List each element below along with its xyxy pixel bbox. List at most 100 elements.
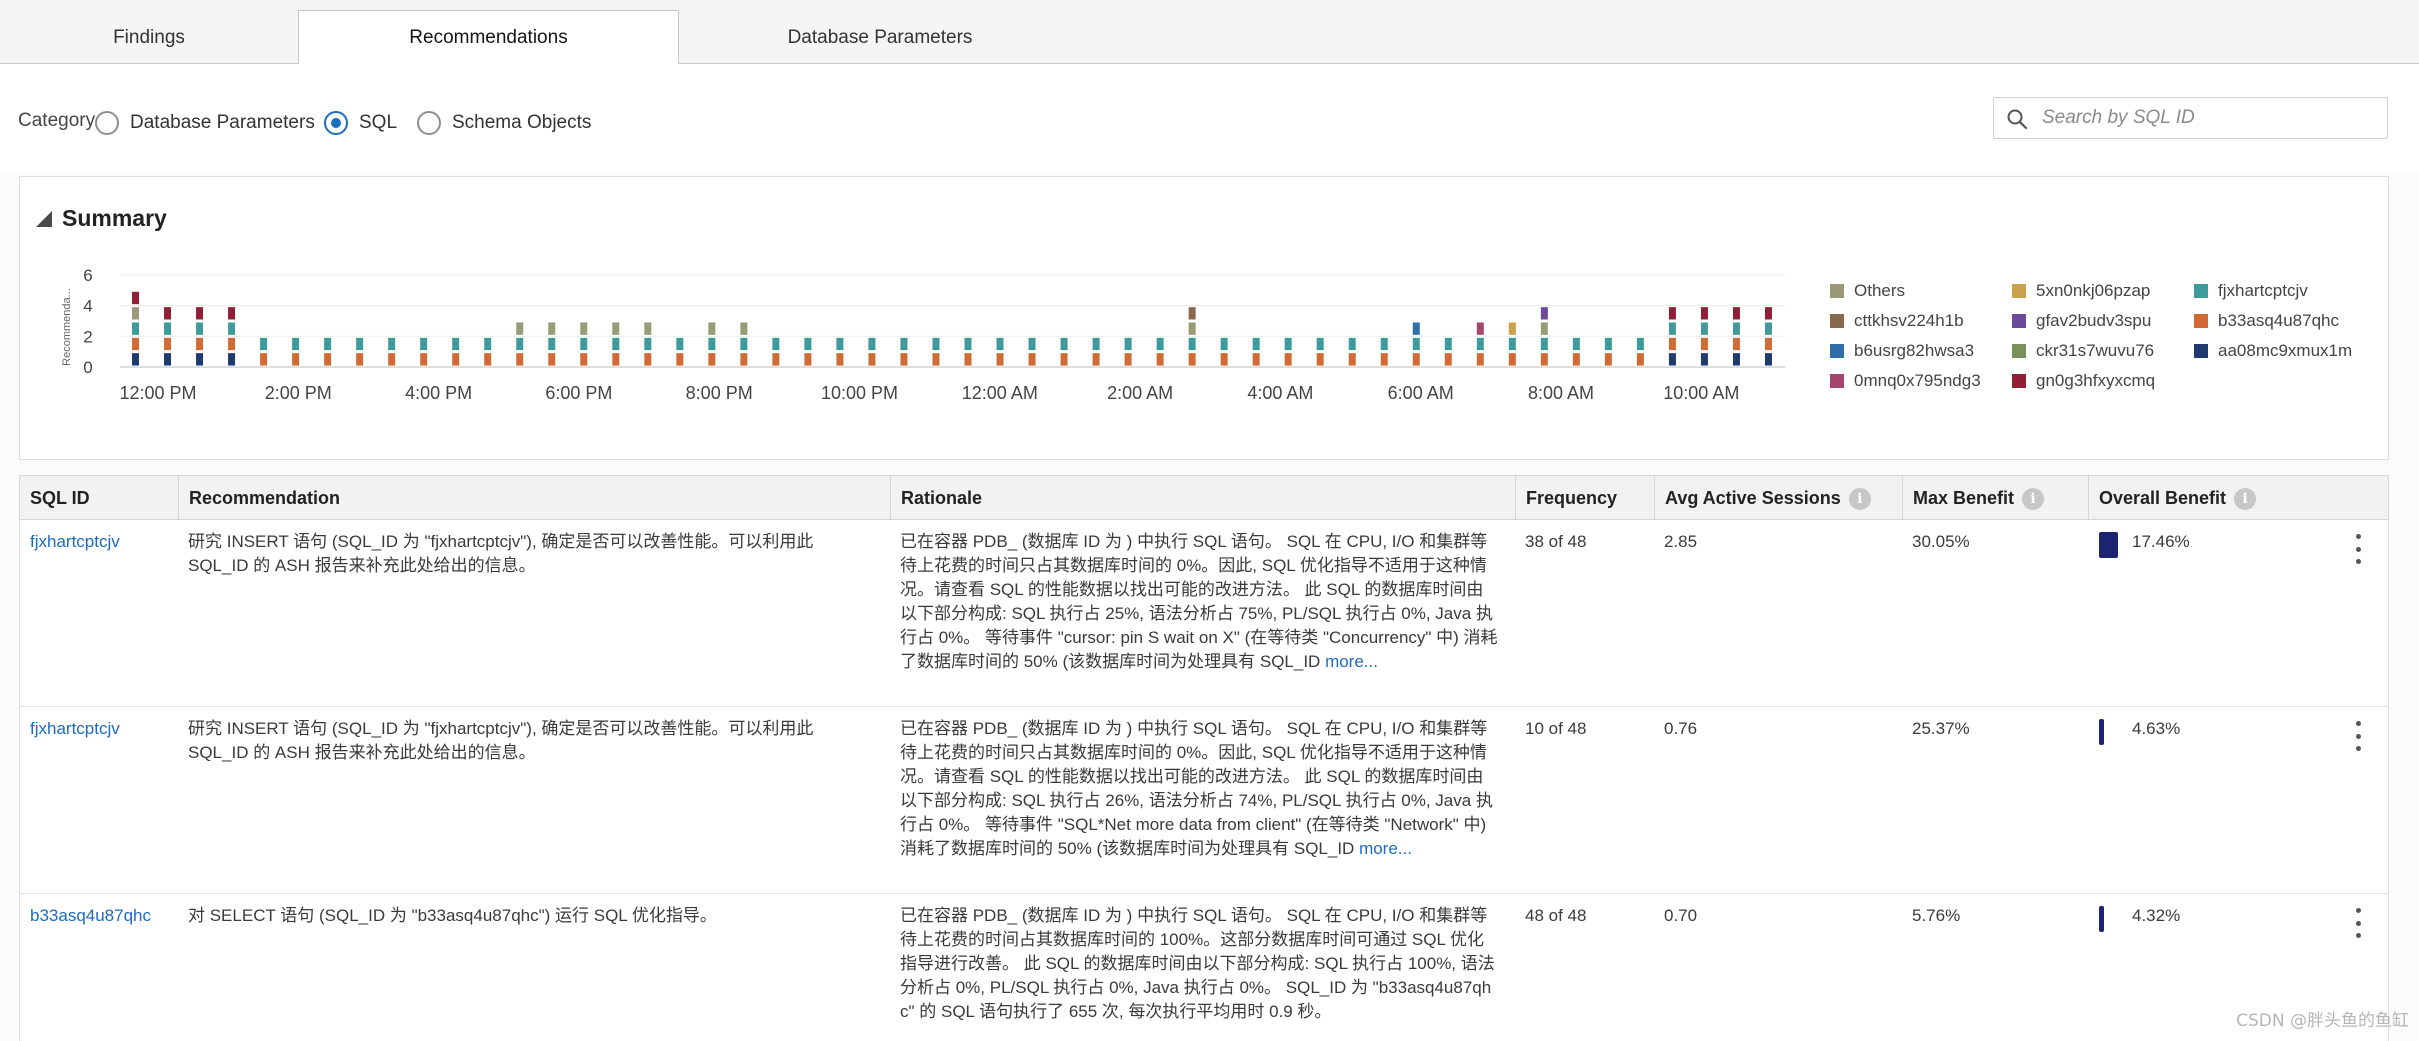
chart-bar-segment [388, 353, 396, 366]
header-avg-active-sessions[interactable]: Avg Active Sessions i [1655, 476, 1903, 521]
chart-bar-segment [964, 337, 972, 351]
chart-bar-segment [1412, 337, 1420, 351]
legend-item[interactable]: gn0g3hfxyxcmq [2012, 371, 2155, 391]
chart-bar-segment [580, 322, 588, 335]
x-tick-label: 4:00 PM [405, 383, 472, 403]
sql-id-link[interactable]: fjxhartcptcjv [30, 530, 120, 554]
radio-schema-objects[interactable] [417, 111, 441, 135]
chart-bar-segment [1028, 353, 1036, 366]
header-recommendation[interactable]: Recommendation [179, 476, 891, 521]
rationale-text: 已在容器 PDB_ (数据库 ID 为 ) 中执行 SQL 语句。 SQL 在 … [900, 719, 1493, 858]
search-box[interactable] [1993, 97, 2388, 139]
legend-item[interactable]: aa08mc9xmux1m [2194, 341, 2352, 361]
avg-active-sessions-value: 0.76 [1664, 719, 1698, 738]
chart-bar-segment [1060, 353, 1068, 366]
kebab-menu-icon[interactable] [2352, 534, 2364, 564]
chart-bar-segment [932, 353, 940, 366]
overall-benefit-value: 17.46% [2132, 532, 2190, 551]
radio-label-sql[interactable]: SQL [359, 112, 397, 134]
info-icon[interactable]: i [2022, 487, 2045, 510]
chart-bar-segment [516, 322, 524, 335]
kebab-menu-icon[interactable] [2352, 721, 2364, 751]
legend-swatch [2194, 284, 2208, 298]
chart-bar-segment [900, 337, 908, 351]
chart-bar-segment [1668, 353, 1676, 366]
chart-bar-segment [964, 353, 972, 366]
tab-findings[interactable]: Findings [24, 10, 274, 65]
x-tick-label: 10:00 AM [1663, 383, 1739, 403]
chart-bar-segment [164, 307, 172, 320]
chart-bar-segment [132, 291, 139, 305]
summary-panel: 0 2 4 6 Recommenda... 12:00 PM 2:00 PM 4:00 PM 6… [19, 176, 2389, 460]
chart-bar-segment [1348, 337, 1356, 351]
header-sql-id[interactable]: SQL ID [20, 476, 179, 521]
x-tick-label: 8:00 AM [1528, 383, 1594, 403]
chart-bar-segment [1060, 337, 1068, 351]
radio-sql[interactable] [324, 111, 348, 135]
chart-bar-segment [132, 337, 139, 351]
x-tick-label: 6:00 AM [1388, 383, 1454, 403]
legend-item[interactable]: gfav2budv3spu [2012, 311, 2151, 331]
chart-bar-segment [548, 337, 556, 351]
chart-bar-segment [260, 337, 268, 351]
search-input[interactable] [2040, 104, 2370, 132]
overall-benefit-bar [2099, 719, 2104, 745]
legend-item[interactable]: 0mnq0x795ndg3 [1830, 371, 1981, 391]
legend-item[interactable]: cttkhsv224h1b [1830, 311, 1964, 331]
filter-bar: Category Database Parameters SQL Schema … [0, 64, 2419, 174]
chart-bar-segment [324, 353, 332, 366]
chart-bar-segment [1092, 337, 1100, 351]
chart-bar-segment [868, 353, 876, 366]
chart-bar-segment [1124, 337, 1132, 351]
chart-bar-segment [1700, 337, 1708, 351]
collapse-triangle-icon[interactable] [36, 211, 52, 227]
radio-label-database-parameters[interactable]: Database Parameters [130, 112, 315, 134]
legend-item[interactable]: b6usrg82hwsa3 [1830, 341, 1974, 361]
overall-benefit-value: 4.32% [2132, 906, 2181, 925]
more-link[interactable]: more... [1325, 652, 1378, 671]
chart-bar-segment [260, 353, 268, 366]
legend-item[interactable]: b33asq4u87qhc [2194, 311, 2339, 331]
rationale-text: 已在容器 PDB_ (数据库 ID 为 ) 中执行 SQL 语句。 SQL 在 … [900, 532, 1498, 671]
chart-bar-segment [1124, 353, 1132, 366]
legend-swatch [1830, 314, 1844, 328]
info-icon[interactable]: i [1848, 487, 1871, 510]
chart-bar-segment [740, 353, 748, 366]
header-overall-benefit[interactable]: Overall Benefit i [2089, 476, 2389, 521]
chart-bar-segment [1764, 322, 1772, 335]
legend-item[interactable]: Others [1830, 281, 1905, 301]
header-frequency[interactable]: Frequency [1516, 476, 1655, 521]
chart-bar-segment [804, 353, 812, 366]
chart-bar-segment [1220, 337, 1228, 351]
info-icon[interactable]: i [2234, 487, 2257, 510]
chart-bar-segment [580, 353, 588, 366]
frequency-value: 38 of 48 [1525, 532, 1587, 551]
category-label: Category [18, 110, 96, 131]
chart-bar-segment [836, 337, 844, 351]
chart-bar-segment [196, 353, 204, 366]
kebab-menu-icon[interactable] [2352, 908, 2364, 938]
radio-database-parameters[interactable] [95, 111, 119, 135]
x-tick-label: 10:00 PM [821, 383, 898, 403]
tab-database-parameters[interactable]: Database Parameters [700, 10, 1060, 65]
more-link[interactable]: more... [1359, 839, 1412, 858]
legend-swatch [1830, 344, 1844, 358]
chart-bar-segment [836, 353, 844, 366]
tab-recommendations[interactable]: Recommendations [298, 10, 679, 65]
chart-bar-segment [1284, 353, 1292, 366]
legend-label: aa08mc9xmux1m [2218, 341, 2353, 360]
legend-item[interactable]: fjxhartcptcjv [2194, 281, 2308, 301]
chart-bar-segment [1700, 322, 1708, 335]
sql-id-link[interactable]: fjxhartcptcjv [30, 717, 120, 741]
rationale-text: 已在容器 PDB_ (数据库 ID 为 ) 中执行 SQL 语句。 SQL 在 … [900, 906, 1495, 1021]
radio-label-schema-objects[interactable]: Schema Objects [452, 112, 591, 134]
chart-bar-segment [1444, 337, 1452, 351]
legend-swatch [2012, 314, 2026, 328]
header-rationale[interactable]: Rationale [891, 476, 1516, 521]
legend-swatch [2012, 344, 2026, 358]
legend-item[interactable]: ckr31s7wuvu76 [2012, 341, 2154, 361]
chart-bar-segment [1316, 353, 1324, 366]
legend-item[interactable]: 5xn0nkj06pzap [2012, 281, 2150, 301]
sql-id-link[interactable]: b33asq4u87qhc [30, 904, 151, 928]
header-max-benefit[interactable]: Max Benefit i [1903, 476, 2089, 521]
